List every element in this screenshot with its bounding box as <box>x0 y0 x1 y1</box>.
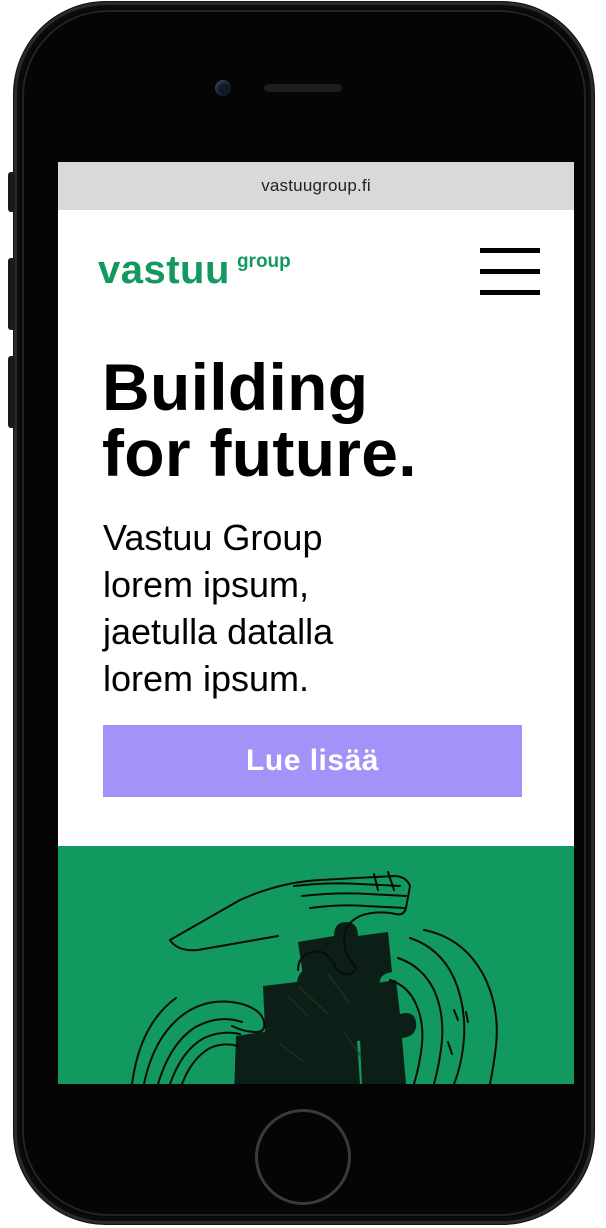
phone-screen: vastuugroup.fi vastuu group Building for… <box>58 162 574 1084</box>
menu-bar-bottom <box>480 290 540 295</box>
read-more-button[interactable]: Lue lisää <box>103 725 522 797</box>
url-text: vastuugroup.fi <box>261 176 371 195</box>
hero-description: Vastuu Group lorem ipsum, jaetulla datal… <box>103 514 333 702</box>
mockup-stage: vastuugroup.fi vastuu group Building for… <box>0 0 606 1228</box>
menu-bar-middle <box>480 269 540 274</box>
hero-illustration-panel <box>58 846 574 1084</box>
logo-superscript: group <box>236 251 291 272</box>
volume-down-button <box>8 356 15 428</box>
front-camera <box>215 80 231 96</box>
headline-line: Building <box>102 350 369 424</box>
hero-headline: Building for future. <box>102 354 417 486</box>
vastuu-group-logo[interactable]: vastuu group <box>98 250 291 290</box>
description-line: lorem ipsum. <box>103 658 310 699</box>
description-line: Vastuu Group <box>103 517 323 558</box>
description-line: lorem ipsum, <box>103 564 310 605</box>
volume-up-button <box>8 258 15 330</box>
mute-switch <box>8 172 15 212</box>
home-button[interactable] <box>255 1109 351 1205</box>
hamburger-menu-icon[interactable] <box>480 248 540 296</box>
earpiece-speaker <box>264 84 342 92</box>
headline-line: for future. <box>102 416 417 490</box>
menu-bar-top <box>480 248 540 253</box>
logo-wordmark: vastuu <box>98 248 230 292</box>
url-bar[interactable]: vastuugroup.fi <box>58 162 574 210</box>
hands-with-puzzle-pieces-illustration <box>131 871 498 1084</box>
description-line: jaetulla datalla <box>103 611 334 652</box>
